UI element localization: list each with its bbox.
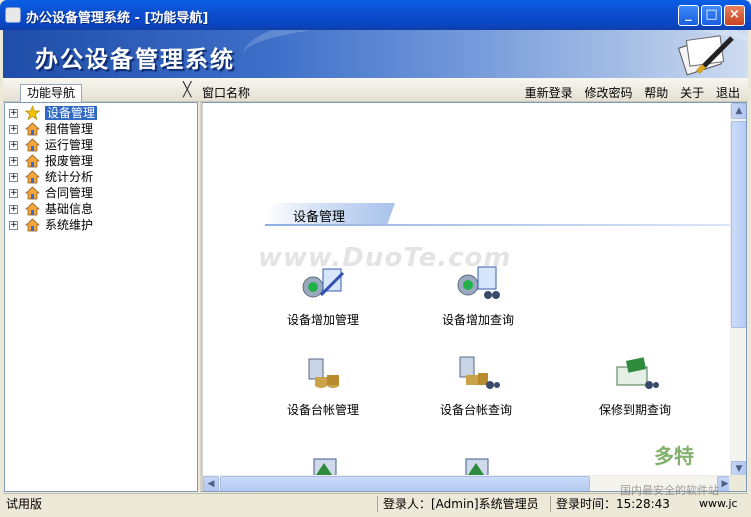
status-separator <box>377 496 378 512</box>
function-label: 设备增加管理 <box>286 313 359 327</box>
top-links: 重新登录 修改密码 帮助 关于 退出 <box>517 84 740 101</box>
window-name-label: 窗口名称 <box>202 86 251 100</box>
ledger-query-button[interactable]: 设备台帐查询 <box>421 353 531 418</box>
tree-item-label: 运行管理 <box>45 138 94 152</box>
expand-icon[interactable]: + <box>9 141 18 150</box>
minimize-button[interactable]: _ <box>678 5 699 26</box>
horizontal-scroll-thumb[interactable] <box>220 476 590 491</box>
vertical-scrollbar[interactable]: ▲ ▼ <box>730 103 746 477</box>
tree-item-system[interactable]: + 系统维护 <box>5 217 197 233</box>
ledger-query-icon <box>459 356 500 389</box>
app-icon <box>5 7 21 23</box>
equipment-add-icon <box>302 268 345 298</box>
warranty-query-icon <box>616 357 659 389</box>
star-icon <box>25 106 40 120</box>
tree-item-label: 报废管理 <box>45 154 94 168</box>
ledger-manage-button[interactable]: 设备台帐管理 <box>268 353 378 418</box>
function-tree: + 设备管理 + 租借管理 + 运行管理 + 报废管理 + 统计分析 + 合同管… <box>4 102 198 492</box>
tree-item-basic-info[interactable]: + 基础信息 <box>5 201 197 217</box>
tree-item-operation[interactable]: + 运行管理 <box>5 137 197 153</box>
expand-icon[interactable]: + <box>9 221 18 230</box>
window-title: 办公设备管理系统 - [功能导航] <box>26 11 209 26</box>
warranty-query-button[interactable]: 保修到期查询 <box>580 353 690 418</box>
tree-item-label: 租借管理 <box>45 122 94 136</box>
tree-item-rental[interactable]: + 租借管理 <box>5 121 197 137</box>
section-title: 设备管理 <box>293 210 346 225</box>
function-label: 设备增加查询 <box>441 313 514 327</box>
scroll-up-icon[interactable]: ▲ <box>731 103 746 119</box>
house-icon <box>25 138 40 152</box>
tab-function-nav[interactable]: 功能导航 <box>20 84 82 102</box>
pen-document-logo-icon <box>678 35 734 76</box>
function-label: 设备台帐查询 <box>439 403 512 417</box>
corner-logo-slogan: 国内最安全的软件站 <box>620 484 719 497</box>
maximize-button[interactable]: □ <box>701 5 722 26</box>
equipment-add-button[interactable]: 设备增加管理 <box>268 263 378 328</box>
close-button[interactable]: × <box>724 5 745 26</box>
function-label: 保修到期查询 <box>598 403 671 417</box>
nav-close-icon[interactable]: ╳ <box>183 83 195 97</box>
expand-icon[interactable]: + <box>9 157 18 166</box>
house-icon <box>25 122 40 136</box>
house-icon <box>25 154 40 168</box>
equipment-query-icon <box>457 266 500 299</box>
section-tab: 设备管理 <box>265 203 395 225</box>
expand-icon[interactable]: + <box>9 189 18 198</box>
corner-logo-title: 多特 <box>654 444 694 468</box>
tree-item-equipment[interactable]: + 设备管理 <box>5 105 197 121</box>
app-banner: 办公设备管理系统 <box>3 30 748 78</box>
main-content: 设备管理 www.DuoTe.com 设备增加管理 设备增加查询 设备台帐管理 <box>200 102 747 492</box>
tree-item-statistics[interactable]: + 统计分析 <box>5 169 197 185</box>
tree-item-label: 基础信息 <box>45 202 94 216</box>
about-link[interactable]: 关于 <box>680 86 704 100</box>
window-titlebar: 办公设备管理系统 - [功能导航] _ □ × <box>0 0 751 30</box>
tree-item-scrap[interactable]: + 报废管理 <box>5 153 197 169</box>
relogin-link[interactable]: 重新登录 <box>525 86 573 100</box>
house-icon <box>25 218 40 232</box>
function-label: 设备台帐管理 <box>286 403 359 417</box>
equipment-query-button[interactable]: 设备增加查询 <box>423 263 533 328</box>
tree-item-label: 系统维护 <box>45 218 94 232</box>
tree-item-label: 设备管理 <box>45 106 98 120</box>
exit-link[interactable]: 退出 <box>716 86 740 100</box>
help-link[interactable]: 帮助 <box>644 86 668 100</box>
ledger-manage-icon <box>308 358 339 388</box>
house-icon <box>25 170 40 184</box>
expand-icon[interactable]: + <box>9 125 18 134</box>
expand-icon[interactable]: + <box>9 173 18 182</box>
house-icon <box>25 186 40 200</box>
partial-function-icon <box>465 458 489 477</box>
expand-icon[interactable]: + <box>9 109 18 118</box>
partial-function-icon <box>313 458 337 477</box>
banner-heading: 办公设备管理系统 <box>35 46 235 73</box>
status-separator <box>550 496 551 512</box>
expand-icon[interactable]: + <box>9 205 18 214</box>
tree-item-contract[interactable]: + 合同管理 <box>5 185 197 201</box>
tree-item-label: 合同管理 <box>45 186 94 200</box>
house-icon <box>25 202 40 216</box>
status-user: 登录人：[Admin]系统管理员 <box>383 497 539 511</box>
change-password-link[interactable]: 修改密码 <box>584 86 632 100</box>
tree-item-label: 统计分析 <box>45 170 94 184</box>
section-divider <box>265 224 735 226</box>
banner-wave-decoration <box>243 30 748 78</box>
scroll-left-icon[interactable]: ◀ <box>203 476 219 491</box>
corner-watermark-logo: 多特 国内最安全的软件站 <box>620 440 748 498</box>
status-mode: 试用版 <box>6 497 43 511</box>
vertical-scroll-thumb[interactable] <box>731 121 746 328</box>
toolbar-row: 功能导航 ╳ 窗口名称 重新登录 修改密码 帮助 关于 退出 <box>3 78 748 102</box>
